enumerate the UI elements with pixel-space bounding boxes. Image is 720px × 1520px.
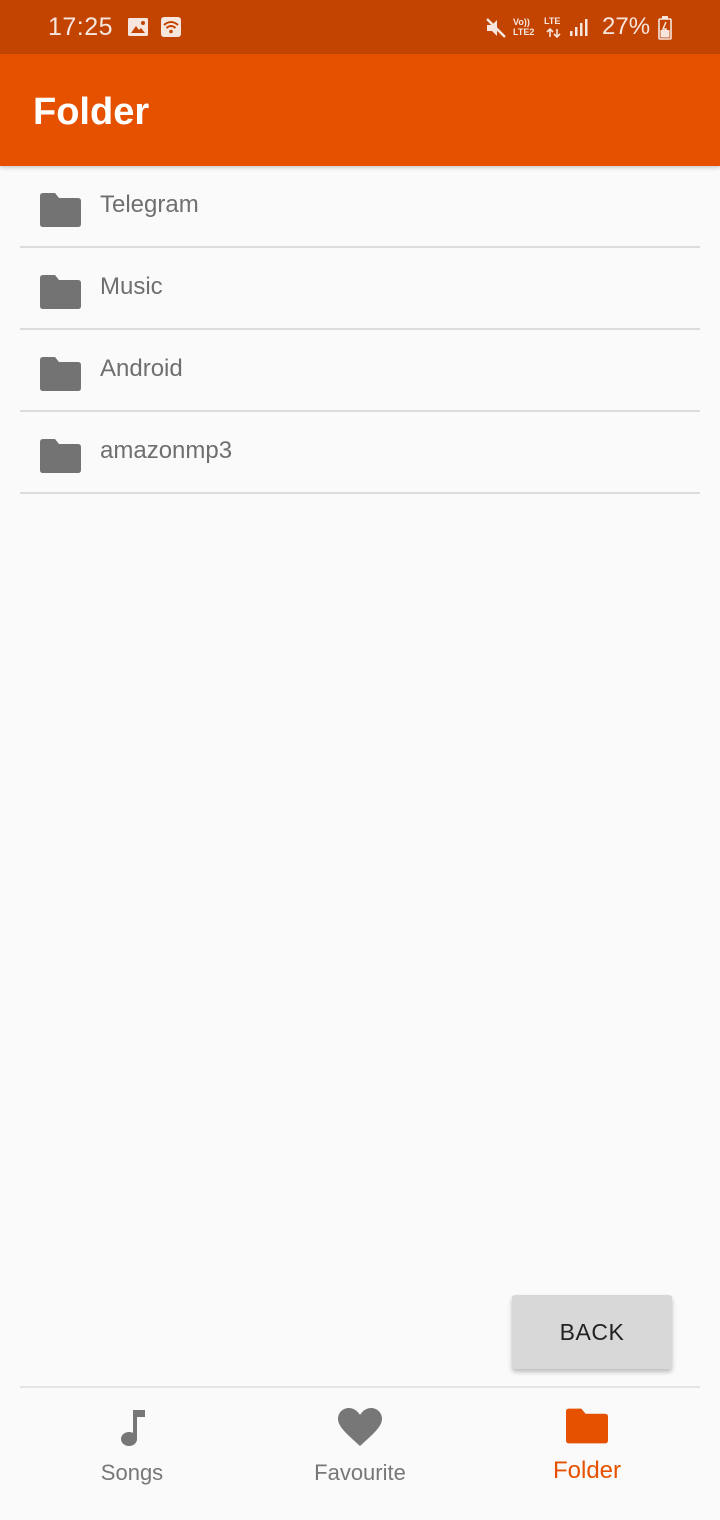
battery-percent: 27%: [602, 13, 651, 40]
folder-list-item-telegram[interactable]: Telegram: [0, 166, 720, 248]
data-arrows-icon: [546, 28, 561, 38]
folder-list-item-amazonmp3[interactable]: amazonmp3: [0, 412, 720, 494]
image-notification-icon: [128, 18, 148, 36]
status-bar: 17:25 Vo)) LTE2 LTE 27%: [0, 0, 720, 54]
music-note-icon: [121, 1410, 145, 1446]
bottom-navigation: Songs Favourite Folder: [0, 1388, 720, 1520]
lte-label: LTE: [544, 16, 561, 26]
folder-name: Telegram: [100, 191, 199, 218]
volte-label: Vo)) LTE2: [513, 17, 535, 37]
nav-label: Folder: [552, 1457, 622, 1484]
nav-item-songs[interactable]: Songs: [12, 1388, 252, 1520]
status-time: 17:25: [48, 13, 114, 41]
wifi-notification-icon: [161, 17, 181, 37]
folder-name: amazonmp3: [100, 437, 233, 464]
folder-icon: [40, 193, 81, 227]
nav-label: Favourite: [314, 1460, 406, 1485]
folder-list-item-music[interactable]: Music: [0, 248, 720, 330]
folder-icon: [40, 439, 81, 473]
folder-list: Telegram Music Android amazonmp3: [0, 166, 720, 494]
nav-item-folder[interactable]: Folder: [467, 1388, 707, 1520]
signal-icon: [570, 19, 588, 36]
page-title: Folder: [33, 91, 150, 133]
folder-icon: [566, 1408, 608, 1444]
folder-name: Android: [100, 355, 183, 382]
heart-icon: [338, 1408, 382, 1446]
folder-name: Music: [100, 273, 163, 300]
folder-icon: [40, 357, 81, 391]
app-bar: Folder: [0, 54, 720, 166]
battery-icon: [658, 16, 672, 40]
nav-label: Songs: [100, 1460, 164, 1485]
folder-icon: [40, 275, 81, 309]
back-button[interactable]: BACK: [512, 1295, 672, 1369]
list-divider: [20, 492, 700, 494]
nav-item-favourite[interactable]: Favourite: [240, 1388, 480, 1520]
folder-list-item-android[interactable]: Android: [0, 330, 720, 412]
mute-icon: [486, 18, 506, 38]
